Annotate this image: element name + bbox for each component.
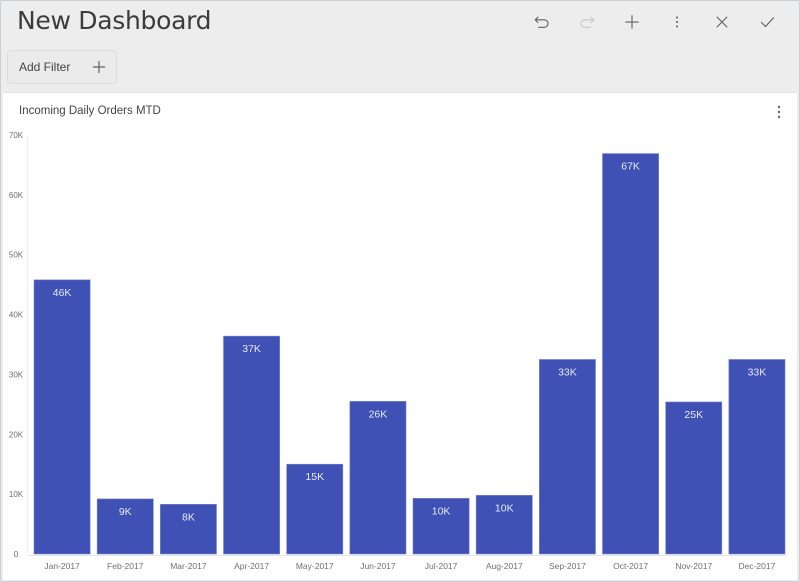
data-label: 33K bbox=[748, 366, 767, 378]
data-label: 25K bbox=[684, 409, 703, 421]
x-tick-label: Apr-2017 bbox=[234, 561, 269, 571]
dashboard-window: New Dashboard Add Filter Incoming Daily … bbox=[0, 0, 800, 582]
undo-button[interactable] bbox=[519, 9, 564, 35]
data-label: 26K bbox=[369, 408, 388, 420]
toolbar bbox=[519, 9, 789, 35]
bar bbox=[33, 279, 91, 555]
close-icon bbox=[715, 16, 728, 28]
x-tick-label: Jan-2017 bbox=[44, 561, 80, 571]
bar-chart: 0 10K 20K 30K 40K 50K 60K 70K 46K Jan-2017 9K Feb-2… bbox=[9, 131, 786, 571]
data-label: 37K bbox=[242, 343, 261, 355]
x-tick-label: Jun-2017 bbox=[360, 561, 396, 571]
y-tick-label: 10K bbox=[9, 490, 24, 499]
y-tick-label: 0 bbox=[14, 550, 19, 559]
done-button[interactable] bbox=[744, 9, 789, 35]
x-tick-label: Nov-2017 bbox=[675, 561, 712, 571]
bar bbox=[539, 359, 596, 555]
x-tick-label: Oct-2017 bbox=[613, 561, 648, 571]
redo-icon bbox=[579, 16, 595, 28]
add-button[interactable] bbox=[609, 9, 654, 35]
add-icon bbox=[624, 15, 639, 29]
dashboard-title: New Dashboard bbox=[17, 6, 212, 35]
more-vert-icon bbox=[675, 16, 678, 28]
plus-icon bbox=[93, 61, 105, 73]
x-tick-label: Mar-2017 bbox=[170, 561, 207, 571]
y-tick-label: 20K bbox=[9, 430, 24, 439]
y-tick-label: 70K bbox=[9, 131, 24, 140]
bar bbox=[223, 335, 280, 555]
add-filter-button[interactable]: Add Filter bbox=[7, 50, 117, 84]
redo-button[interactable] bbox=[564, 9, 609, 35]
add-filter-label: Add Filter bbox=[19, 60, 71, 74]
bar bbox=[602, 153, 659, 555]
x-tick-label: Dec-2017 bbox=[738, 561, 775, 571]
y-tick-label: 50K bbox=[9, 251, 24, 260]
data-label: 15K bbox=[305, 471, 324, 483]
y-tick-label: 30K bbox=[9, 370, 24, 379]
close-button[interactable] bbox=[699, 9, 744, 35]
data-label: 67K bbox=[621, 161, 640, 173]
data-label: 10K bbox=[495, 502, 514, 514]
bar bbox=[665, 401, 723, 555]
chart-widget: Incoming Daily Orders MTD 0 10K 20K 30K 40K 5… bbox=[3, 92, 797, 580]
y-tick-label: 60K bbox=[9, 191, 24, 200]
data-label: 8K bbox=[182, 511, 195, 523]
data-label: 9K bbox=[119, 506, 132, 518]
x-tick-label: May-2017 bbox=[296, 561, 334, 571]
more-button[interactable] bbox=[654, 9, 699, 35]
data-label: 10K bbox=[432, 505, 451, 517]
x-tick-label: Feb-2017 bbox=[107, 561, 144, 571]
data-label: 46K bbox=[53, 287, 72, 299]
x-tick-label: Jul-2017 bbox=[425, 561, 458, 571]
y-tick-label: 40K bbox=[9, 311, 24, 320]
undo-icon bbox=[533, 16, 549, 28]
x-tick-label: Aug-2017 bbox=[486, 561, 523, 571]
check-icon bbox=[760, 17, 774, 28]
data-label: 33K bbox=[558, 366, 577, 378]
bar bbox=[349, 401, 407, 555]
x-tick-label: Sep-2017 bbox=[549, 561, 586, 571]
bar bbox=[728, 359, 786, 555]
